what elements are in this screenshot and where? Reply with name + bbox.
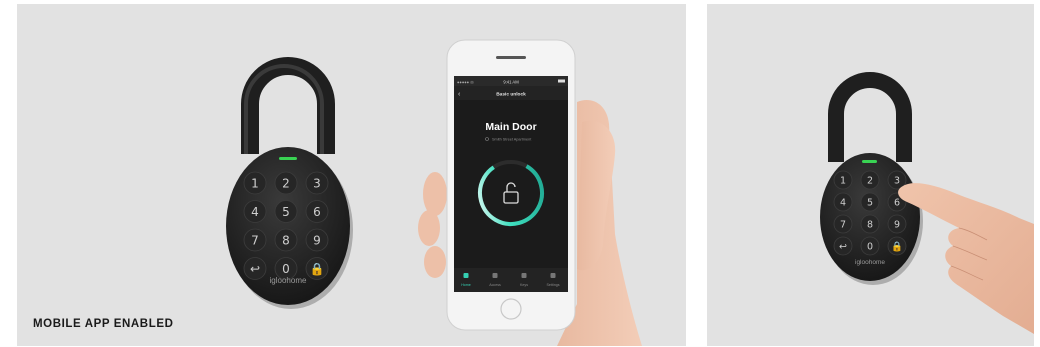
keypad-key-label: 🔒 (310, 262, 325, 276)
smartphone: ●●●●● ◎ 9:41 AM ‹ Basic unlock Main Door… (446, 39, 576, 331)
home-tab-icon (463, 273, 469, 278)
keypad-key[interactable]: 5 (860, 192, 880, 212)
keypad-key-label: 9 (313, 233, 321, 247)
keypad-key-label: 7 (251, 233, 259, 247)
keypad-key-label: 0 (282, 262, 290, 276)
keypad-key[interactable]: 9 (305, 228, 329, 252)
keypad-key[interactable]: 2 (860, 170, 880, 190)
keypad-key[interactable]: ↩ (833, 236, 853, 256)
keypad-key[interactable]: 8 (860, 214, 880, 234)
brand-logo-text: igloohome (855, 259, 885, 266)
keypad-key[interactable]: 7 (833, 214, 853, 234)
padlock-shackle (241, 57, 335, 154)
settings-tab-icon (550, 273, 556, 278)
access-tab-icon (492, 273, 498, 278)
padlock-and-phone-illustration: 1 2 3 4 5 6 7 8 9 ↩ 0 🔒 igloohome ●●●●● ◎ 9:41 AM ‹… (226, 39, 642, 346)
keypad-key-label: 1 (840, 175, 846, 186)
keypad-key-label: 5 (867, 197, 873, 208)
tab-label: Settings (547, 283, 560, 287)
keypad-key[interactable]: 9 (887, 214, 907, 234)
keypad-key-label: 6 (313, 205, 321, 219)
tab-label: Access (489, 283, 501, 287)
keypad-key-label: 5 (282, 205, 290, 219)
keypad-key[interactable]: 4 (243, 200, 267, 223)
keypad-key-label: 3 (894, 175, 900, 186)
padlock-with-finger-illustration: 1 2 3 4 5 6 7 8 9 ↩ 0 🔒 igloohome (820, 72, 1034, 334)
keypad-key-label: 9 (894, 219, 900, 230)
keypad-key[interactable]: 3 (305, 171, 329, 195)
lock-location: Smith Street Apartment (492, 138, 532, 142)
keypad-key[interactable]: ↩ (243, 257, 267, 280)
status-signal: ●●●●● ◎ (457, 80, 474, 85)
keypad-key[interactable]: 1 (243, 171, 267, 195)
keypad-key[interactable]: 5 (274, 200, 298, 223)
keypad-key-label: 8 (282, 233, 290, 247)
keypad-key-label: 4 (840, 197, 846, 208)
keypad-key[interactable]: 2 (274, 171, 298, 195)
keypad-key-label: 6 (894, 197, 900, 208)
brand-logo-text: igloohome (270, 276, 307, 285)
tab-label: Home (461, 283, 471, 287)
app-header-title: Basic unlock (496, 92, 526, 98)
keys-tab-icon (521, 273, 527, 278)
product-photo-right: 1 2 3 4 5 6 7 8 9 ↩ 0 🔒 igloohome (707, 4, 1034, 346)
product-photo-left: 1 2 3 4 5 6 7 8 9 ↩ 0 🔒 igloohome ●●●●● ◎ 9:41 AM ‹… (17, 4, 686, 346)
keypad-key[interactable]: 4 (833, 192, 853, 212)
status-time: 9:41 AM (503, 80, 519, 85)
status-led (862, 160, 877, 163)
keypad-key-label: 7 (840, 219, 846, 230)
keypad-key-label: 🔒 (891, 240, 903, 252)
caption: MOBILE APP ENABLED (33, 318, 174, 330)
keypad-key-label: 1 (251, 176, 259, 190)
lock-name: Main Door (485, 121, 536, 133)
tab-label: Keys (520, 283, 528, 287)
keypad-key-label: 8 (867, 219, 873, 230)
pressing-hand (898, 183, 1034, 334)
keypad-key-label: 3 (313, 176, 321, 190)
keypad-key-label: ↩ (250, 262, 260, 276)
keypad-key-label: 0 (867, 241, 873, 252)
keypad-key[interactable]: 8 (274, 228, 298, 252)
keypad-key-label: 2 (282, 176, 290, 190)
keypad-key[interactable]: 1 (833, 170, 853, 190)
keypad-key[interactable]: 🔒 (887, 236, 907, 256)
keypad-key[interactable]: 🔒 (305, 257, 329, 280)
padlock-shackle (828, 72, 912, 162)
keypad-key-label: ↩ (839, 241, 847, 252)
keypad-key-label: 4 (251, 205, 259, 219)
keypad-key[interactable]: 0 (860, 236, 880, 256)
keypad-key-label: 2 (867, 175, 873, 186)
keypad-key[interactable]: 6 (305, 200, 329, 223)
keypad-key[interactable]: 7 (243, 228, 267, 252)
status-led (279, 157, 297, 160)
